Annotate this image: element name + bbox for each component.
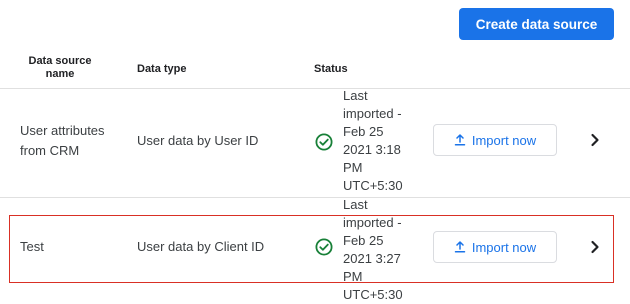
status-line: Last [343, 197, 368, 212]
import-now-button[interactable]: Import now [433, 124, 557, 156]
data-source-name: Test [20, 239, 44, 254]
table-header: Data source name Data type Status [0, 50, 630, 89]
column-header-status[interactable]: Status [314, 63, 348, 75]
import-now-button[interactable]: Import now [433, 231, 557, 263]
status-text: Last imported - Feb 25 2021 3:18 PM UTC+… [343, 87, 413, 195]
status-line: UTC+5:30 [343, 178, 403, 193]
upload-icon [454, 241, 466, 253]
table-row[interactable]: Test User data by Client ID Last importe… [0, 197, 630, 302]
status-text: Last imported - Feb 25 2021 3:27 PM UTC+… [343, 196, 413, 304]
status-line: 2021 3:27 [343, 251, 401, 266]
status-line: imported - [343, 215, 402, 230]
create-data-source-button[interactable]: Create data source [459, 8, 614, 40]
data-source-name: User attributes from CRM [20, 123, 105, 158]
column-header-name[interactable]: Data source name [20, 55, 100, 81]
chevron-right-icon[interactable] [588, 240, 602, 254]
column-header-type[interactable]: Data type [137, 63, 187, 75]
status-line: PM [343, 160, 363, 175]
data-type: User data by User ID [137, 133, 259, 148]
status-line: PM [343, 269, 363, 284]
data-type: User data by Client ID [137, 239, 265, 254]
upload-icon [454, 134, 466, 146]
chevron-right-icon[interactable] [588, 133, 602, 147]
table-row[interactable]: User attributes from CRM User data by Us… [0, 88, 630, 198]
check-circle-icon [315, 238, 333, 256]
check-circle-icon [315, 133, 333, 151]
import-now-label: Import now [471, 239, 537, 255]
status-line: imported - [343, 106, 402, 121]
status-line: Feb 25 [343, 233, 384, 248]
status-line: Last [343, 88, 368, 103]
import-now-label: Import now [471, 132, 537, 148]
status-line: Feb 25 [343, 124, 384, 139]
status-line: 2021 3:18 [343, 142, 401, 157]
status-line: UTC+5:30 [343, 287, 403, 302]
